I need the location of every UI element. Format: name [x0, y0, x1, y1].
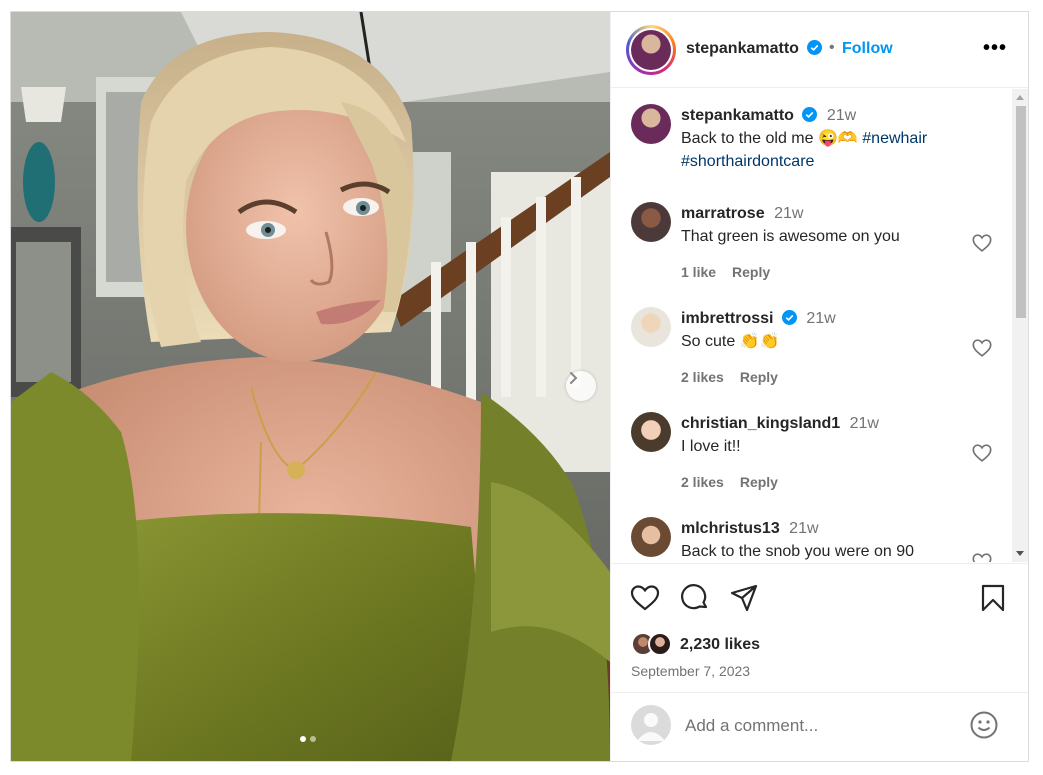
comment-text: That green is awesome on you	[681, 228, 900, 245]
scrollbar-thumb[interactable]	[1016, 106, 1026, 318]
reply-button[interactable]: Reply	[740, 474, 778, 490]
author-username-text[interactable]: stepankamatto	[686, 40, 799, 57]
comment-username[interactable]: mlchristus13 21w	[681, 520, 819, 538]
comment-username[interactable]: marratrose 21w	[681, 205, 803, 223]
comment-time[interactable]: 21w	[774, 205, 803, 222]
chevron-right-icon	[570, 372, 578, 384]
comment-icon[interactable]	[679, 582, 711, 614]
comment-text: So cute 👏👏	[681, 333, 780, 350]
author-avatar[interactable]	[626, 25, 676, 75]
default-avatar-icon	[637, 713, 665, 741]
send-icon[interactable]	[728, 582, 760, 614]
commenter-avatar[interactable]	[631, 307, 671, 347]
reply-button[interactable]: Reply	[740, 369, 778, 385]
comments-scrollbar[interactable]	[1012, 89, 1028, 562]
verified-icon	[802, 107, 818, 122]
comment-text: Back to the snob you were on 90	[681, 543, 915, 560]
comment-likes[interactable]: 2 likes	[681, 369, 724, 385]
follow-button[interactable]: Follow	[842, 40, 893, 58]
caption-username[interactable]: stepankamatto 21w	[681, 107, 856, 125]
post-details-panel: stepankamatto • Follow ••• stepankamatto	[610, 12, 1028, 761]
commenter-avatar[interactable]	[631, 412, 671, 452]
commenter-avatar[interactable]	[631, 202, 671, 242]
comment-username-text[interactable]: marratrose	[681, 205, 765, 222]
carousel-next-button[interactable]	[566, 371, 596, 401]
comments-list[interactable]: stepankamatto 21w Back to the old me 😜🫶 …	[611, 89, 1028, 562]
verified-icon	[807, 40, 823, 55]
reply-button[interactable]: Reply	[732, 264, 770, 280]
heart-icon[interactable]	[971, 442, 993, 464]
caption-avatar[interactable]	[631, 104, 671, 144]
scroll-down-arrow-icon[interactable]	[1016, 551, 1024, 556]
caption-username-text[interactable]: stepankamatto	[681, 107, 794, 124]
caption-text: Back to the old me 😜🫶 #newhair #shorthai…	[681, 127, 981, 173]
heart-icon[interactable]	[971, 337, 993, 359]
comment-username[interactable]: imbrettrossi 21w	[681, 310, 836, 328]
comment-input[interactable]	[685, 712, 955, 740]
post-media[interactable]	[11, 12, 610, 761]
scroll-up-arrow-icon[interactable]	[1016, 95, 1024, 100]
comment-username-text[interactable]: christian_kingsland1	[681, 415, 840, 432]
post-photo	[11, 12, 610, 761]
comment-username-text[interactable]: imbrettrossi	[681, 310, 773, 327]
heart-icon[interactable]	[971, 232, 993, 254]
hashtag-link[interactable]: #newhair	[862, 130, 927, 147]
header-separator: •	[829, 39, 835, 56]
comment-text: I love it!!	[681, 438, 741, 455]
emoji-icon[interactable]	[969, 710, 999, 740]
post-actions: 2,230 likes September 7, 2023	[611, 563, 1028, 691]
verified-icon	[781, 310, 797, 325]
comment-meta: 2 likes Reply	[681, 474, 794, 490]
caption-time[interactable]: 21w	[827, 107, 856, 124]
comment-meta: 1 like Reply	[681, 264, 786, 280]
comment-meta: 2 likes Reply	[681, 369, 794, 385]
comment-likes[interactable]: 1 like	[681, 264, 716, 280]
comment-username[interactable]: christian_kingsland1 21w	[681, 415, 879, 433]
author-username[interactable]: stepankamatto	[686, 40, 823, 58]
caption-body: Back to the old me 😜🫶	[681, 130, 858, 147]
post-modal: stepankamatto • Follow ••• stepankamatto	[10, 11, 1029, 762]
liker-avatar	[648, 632, 672, 656]
carousel-indicator	[300, 736, 316, 742]
comment-time[interactable]: 21w	[789, 520, 818, 537]
carousel-dot	[300, 736, 306, 742]
commenter-avatar[interactable]	[631, 517, 671, 557]
hashtag-link[interactable]: #shorthairdontcare	[681, 153, 814, 170]
add-comment-bar	[611, 692, 1028, 761]
heart-icon[interactable]	[971, 551, 993, 562]
heart-icon[interactable]	[629, 582, 661, 614]
likes-count[interactable]: 2,230 likes	[680, 636, 760, 654]
carousel-dot	[310, 736, 316, 742]
post-header: stepankamatto • Follow •••	[611, 12, 1028, 88]
bookmark-icon[interactable]	[977, 582, 1009, 614]
comment-time[interactable]: 21w	[806, 310, 835, 327]
more-options-icon[interactable]: •••	[983, 38, 1007, 58]
comment-likes[interactable]: 2 likes	[681, 474, 724, 490]
post-date[interactable]: September 7, 2023	[631, 663, 750, 679]
comment-username-text[interactable]: mlchristus13	[681, 520, 780, 537]
comment-time[interactable]: 21w	[850, 415, 879, 432]
current-user-avatar	[631, 705, 671, 745]
